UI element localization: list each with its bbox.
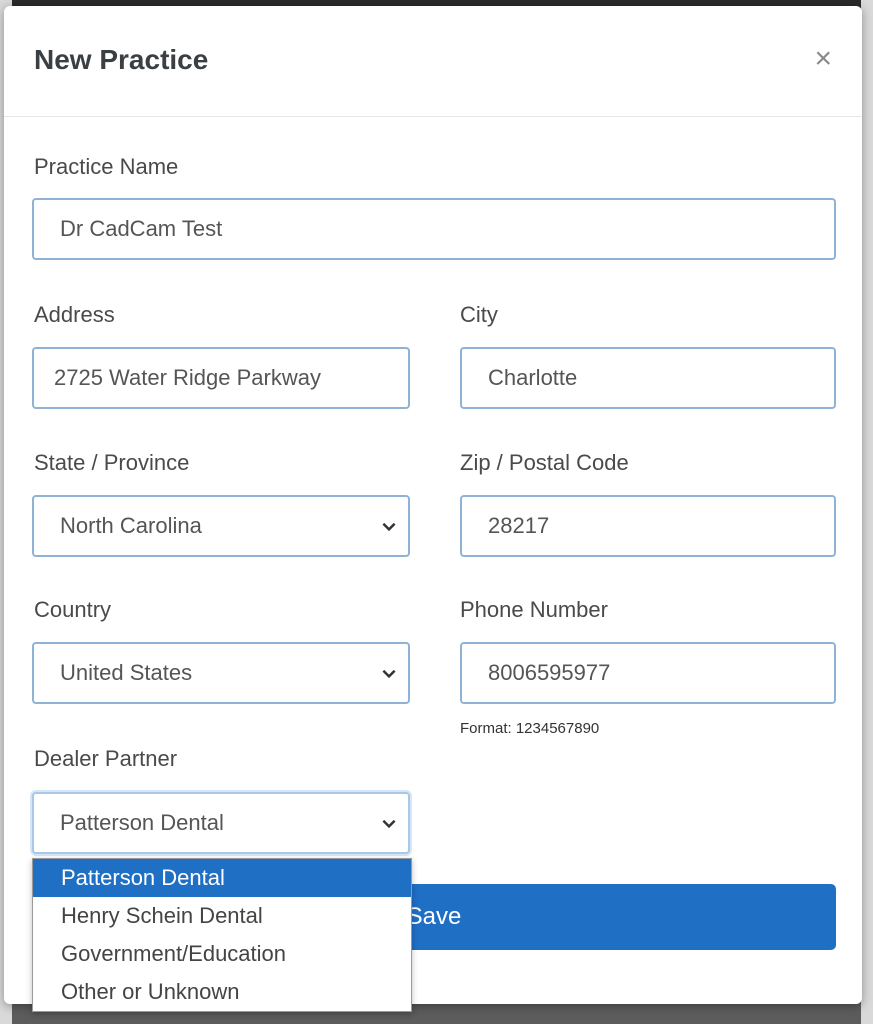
close-icon[interactable]: × [814,44,832,74]
dealer-option-other-unknown[interactable]: Other or Unknown [33,973,411,1011]
chevron-down-icon [382,819,396,829]
address-value: 2725 Water Ridge Parkway [54,365,321,390]
dealer-partner-dropdown: Patterson Dental Henry Schein Dental Gov… [32,858,412,1012]
practice-name-input[interactable]: Dr CadCam Test [32,198,836,260]
dealer-option-patterson[interactable]: Patterson Dental [33,859,411,897]
country-select[interactable]: United States [32,642,410,704]
state-label: State / Province [34,450,190,475]
dealer-option-government-education[interactable]: Government/Education [33,935,411,973]
address-input[interactable]: 2725 Water Ridge Parkway [32,347,410,409]
address-label: Address [34,302,115,327]
modal-header: New Practice × [4,6,862,117]
zip-input[interactable]: 28217 [460,495,836,557]
country-label: Country [34,597,112,622]
city-value: Charlotte [488,365,578,390]
background-right-edge [861,0,873,1024]
dealer-option-henry-schein[interactable]: Henry Schein Dental [33,897,411,935]
phone-value: 8006595977 [488,660,611,685]
country-value: United States [60,660,193,685]
phone-format-hint: Format: 1234567890 [460,720,600,737]
zip-value: 28217 [488,513,550,538]
state-value: North Carolina [60,513,202,538]
phone-label: Phone Number [460,597,608,622]
zip-label: Zip / Postal Code [460,450,629,475]
save-button-label: Save [406,903,462,930]
city-label: City [460,302,498,327]
modal-title: New Practice [34,44,209,75]
phone-input[interactable]: 8006595977 [460,642,836,704]
new-practice-modal: New Practice × Practice Name Dr CadCam T… [4,6,862,1012]
state-select[interactable]: North Carolina [32,495,410,557]
dealer-partner-label: Dealer Partner [34,746,178,771]
chevron-down-icon [382,669,396,679]
dealer-partner-select[interactable]: Patterson Dental [32,792,410,854]
practice-name-value: Dr CadCam Test [60,216,223,241]
city-input[interactable]: Charlotte [460,347,836,409]
practice-name-label: Practice Name [34,154,179,179]
dealer-partner-value: Patterson Dental [60,810,224,835]
chevron-down-icon [382,522,396,532]
